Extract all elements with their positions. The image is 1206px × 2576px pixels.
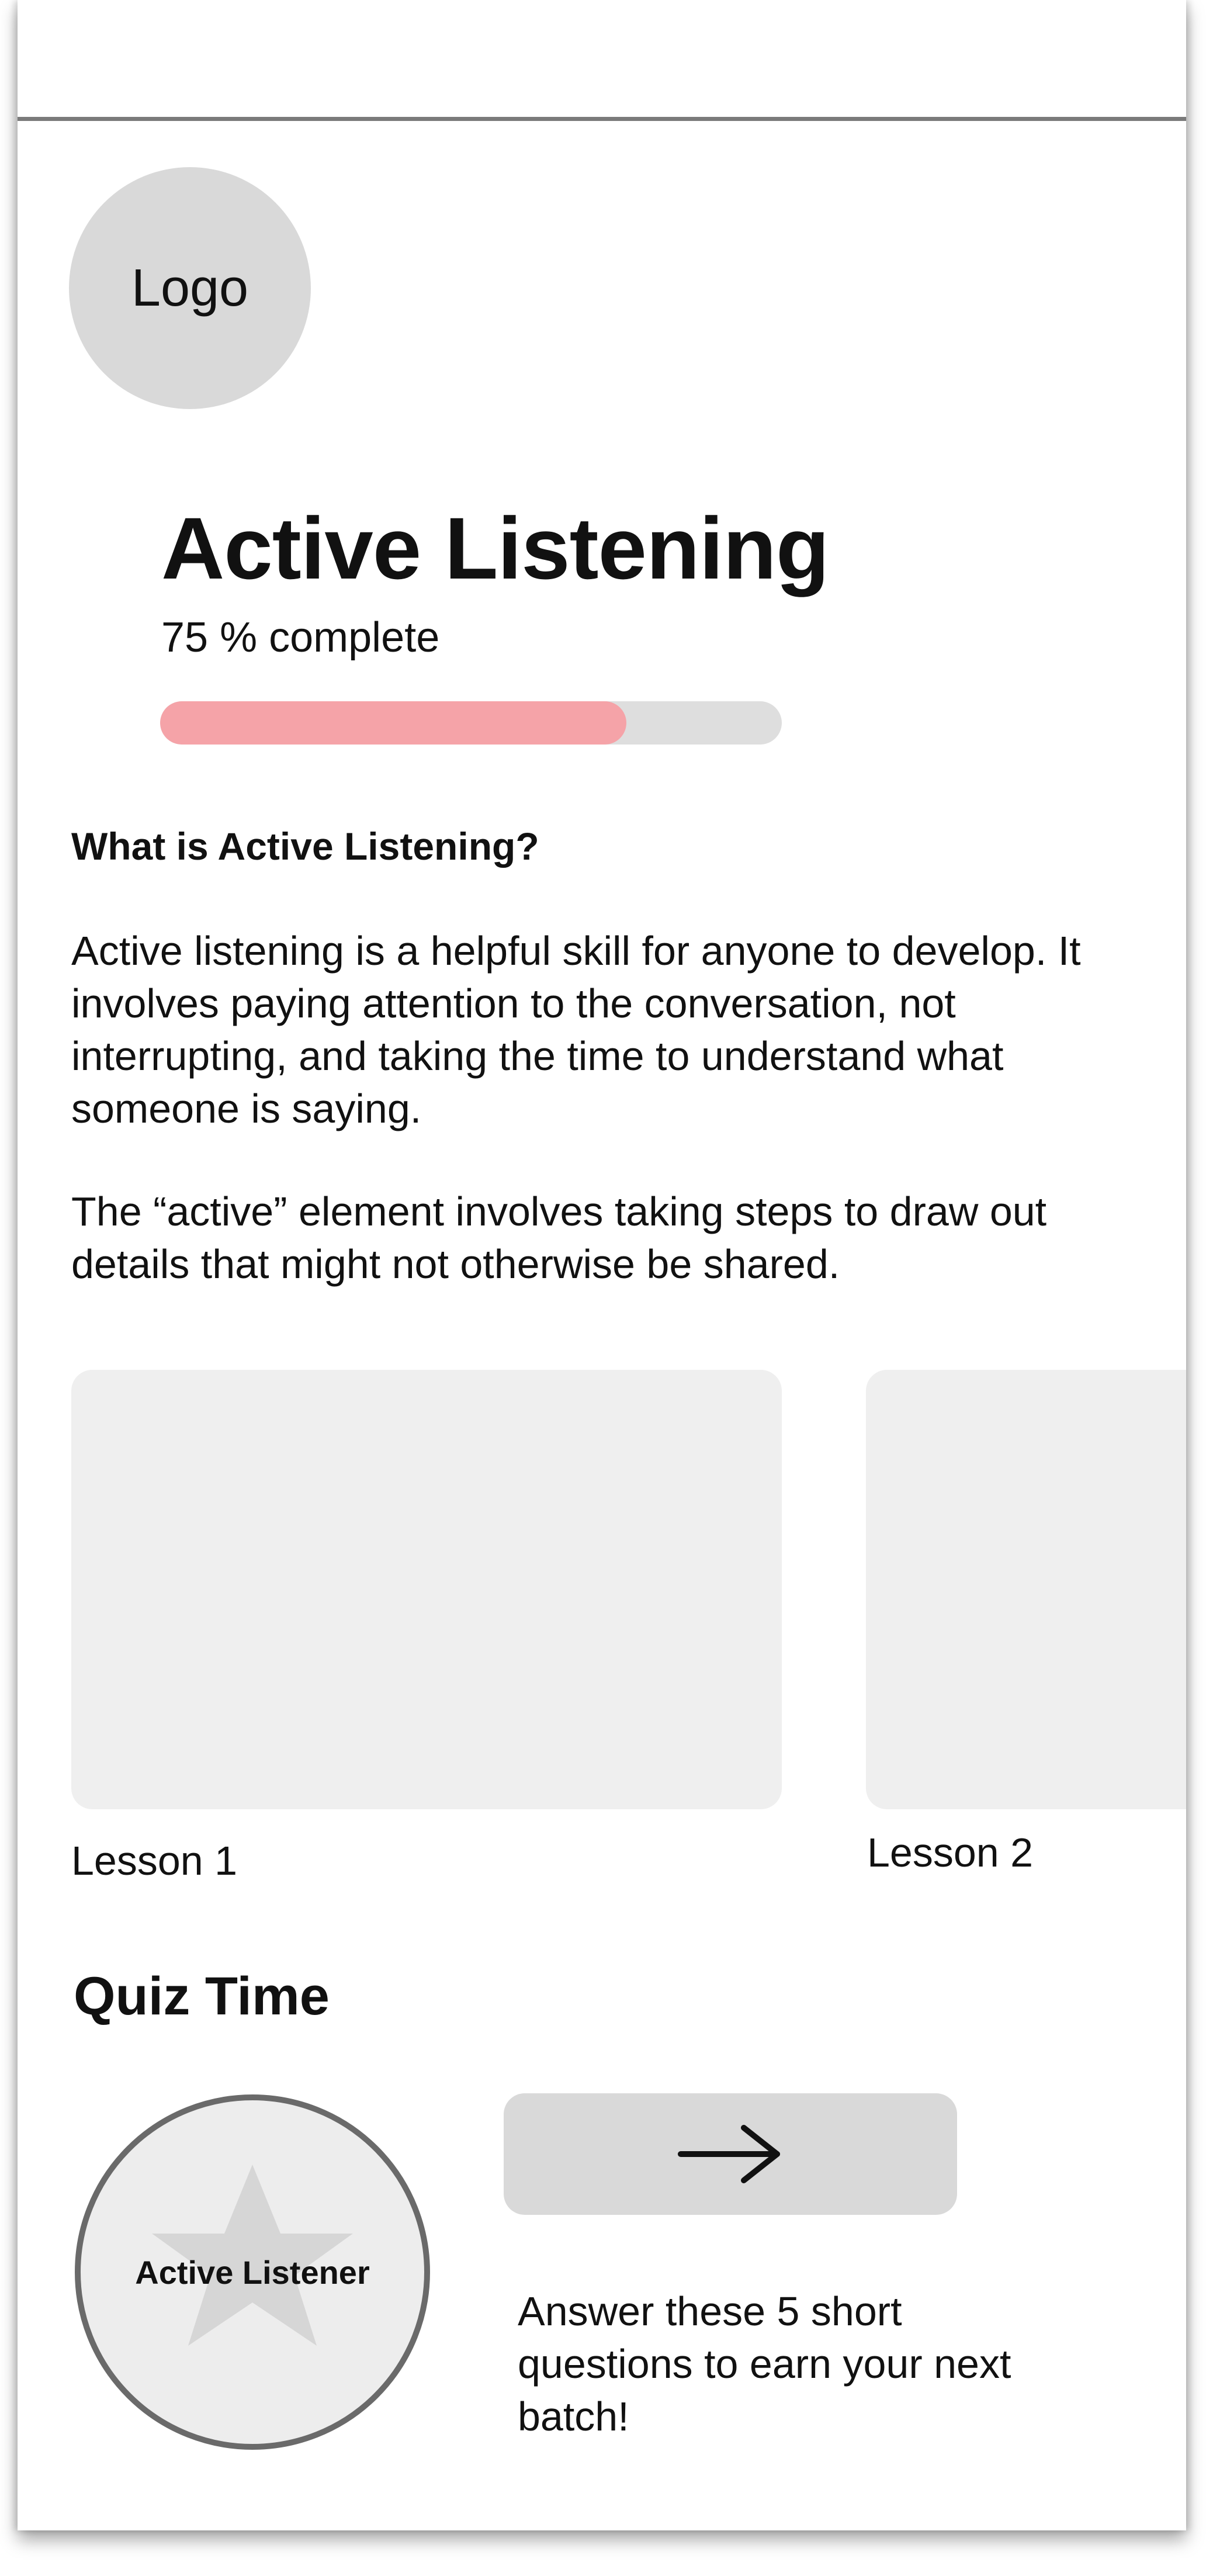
page-title: Active Listening bbox=[161, 499, 830, 597]
achievement-badge: Active Listener bbox=[75, 2094, 430, 2450]
header-divider bbox=[18, 117, 1186, 121]
intro-paragraph-2: The “active” element involves taking ste… bbox=[71, 1189, 1047, 1287]
lesson-label-2[interactable]: Lesson 2 bbox=[867, 1829, 1033, 1876]
logo: Logo bbox=[69, 167, 311, 409]
quiz-heading: Quiz Time bbox=[74, 1966, 330, 2026]
arrow-right-icon bbox=[678, 2125, 780, 2183]
badge-label: Active Listener bbox=[135, 2254, 370, 2291]
intro-paragraph-1: Active listening is a helpful skill for … bbox=[71, 928, 1081, 1131]
progress-label: 75 % complete bbox=[161, 614, 440, 661]
intro-heading: What is Active Listening? bbox=[71, 825, 539, 868]
lesson-card-2[interactable] bbox=[866, 1370, 1186, 1809]
progress-bar-fill bbox=[160, 701, 626, 745]
start-quiz-button[interactable] bbox=[504, 2093, 957, 2215]
logo-text: Logo bbox=[131, 258, 249, 317]
quiz-description: Answer these 5 short questions to earn y… bbox=[518, 2288, 1011, 2439]
lesson-label-1[interactable]: Lesson 1 bbox=[71, 1837, 237, 1884]
progress-bar bbox=[160, 701, 782, 745]
lesson-card-1[interactable] bbox=[71, 1370, 782, 1809]
phone-screen: Logo Active Listening 75 % complete What… bbox=[18, 0, 1186, 2530]
